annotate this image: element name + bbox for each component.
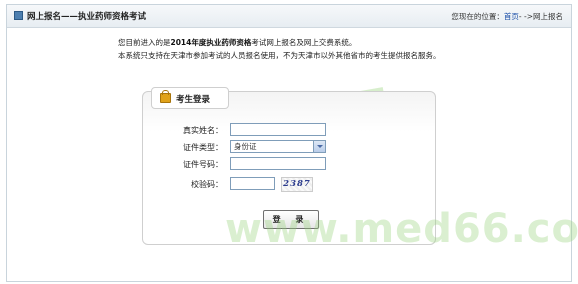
breadcrumb-home-link[interactable]: 首页 (504, 12, 519, 21)
intro-line-2: 本系统只支持在天津市参加考试的人员报名使用，不为天津市以外其他省市的考生提供报名… (118, 51, 441, 60)
login-panel-title: 考生登录 (176, 95, 211, 105)
page-title: 网上报名——执业药师资格考试 (27, 12, 147, 22)
captcha-image[interactable]: 2387 (281, 177, 313, 192)
square-bullet-icon (14, 11, 23, 20)
intro-text: 您目前进入的是2014年度执业药师资格考试网上报名及网上交费系统。 本系统只支持… (118, 36, 441, 62)
id-type-select[interactable]: 身份证 (230, 140, 326, 153)
breadcrumb-prefix: 您现在的位置： (451, 12, 504, 21)
id-number-input[interactable] (230, 157, 326, 170)
code-label: 校验码： (191, 180, 223, 189)
lock-icon (160, 90, 171, 103)
captcha-input[interactable] (230, 177, 275, 190)
header-bar: 网上报名——执业药师资格考试 您现在的位置：首页- ->网上报名 (7, 5, 571, 28)
breadcrumb: 您现在的位置：首页- ->网上报名 (451, 11, 563, 22)
real-name-input[interactable] (230, 123, 326, 136)
exam-name: 2014年度执业药师资格 (170, 38, 252, 47)
intro-line-1: 您目前进入的是2014年度执业药师资格考试网上报名及网上交费系统。 (118, 38, 357, 47)
idnum-label: 证件号码： (183, 160, 223, 169)
breadcrumb-separator: - -> (518, 12, 533, 21)
chevron-down-icon[interactable] (313, 141, 325, 152)
id-type-selected-value: 身份证 (234, 142, 257, 151)
login-panel-tab: 考生登录 (151, 87, 229, 109)
breadcrumb-current: 网上报名 (533, 12, 563, 21)
watermark-url: www.med66.com (225, 206, 578, 252)
idtype-label: 证件类型： (183, 143, 223, 152)
name-label: 真实姓名： (183, 126, 223, 135)
